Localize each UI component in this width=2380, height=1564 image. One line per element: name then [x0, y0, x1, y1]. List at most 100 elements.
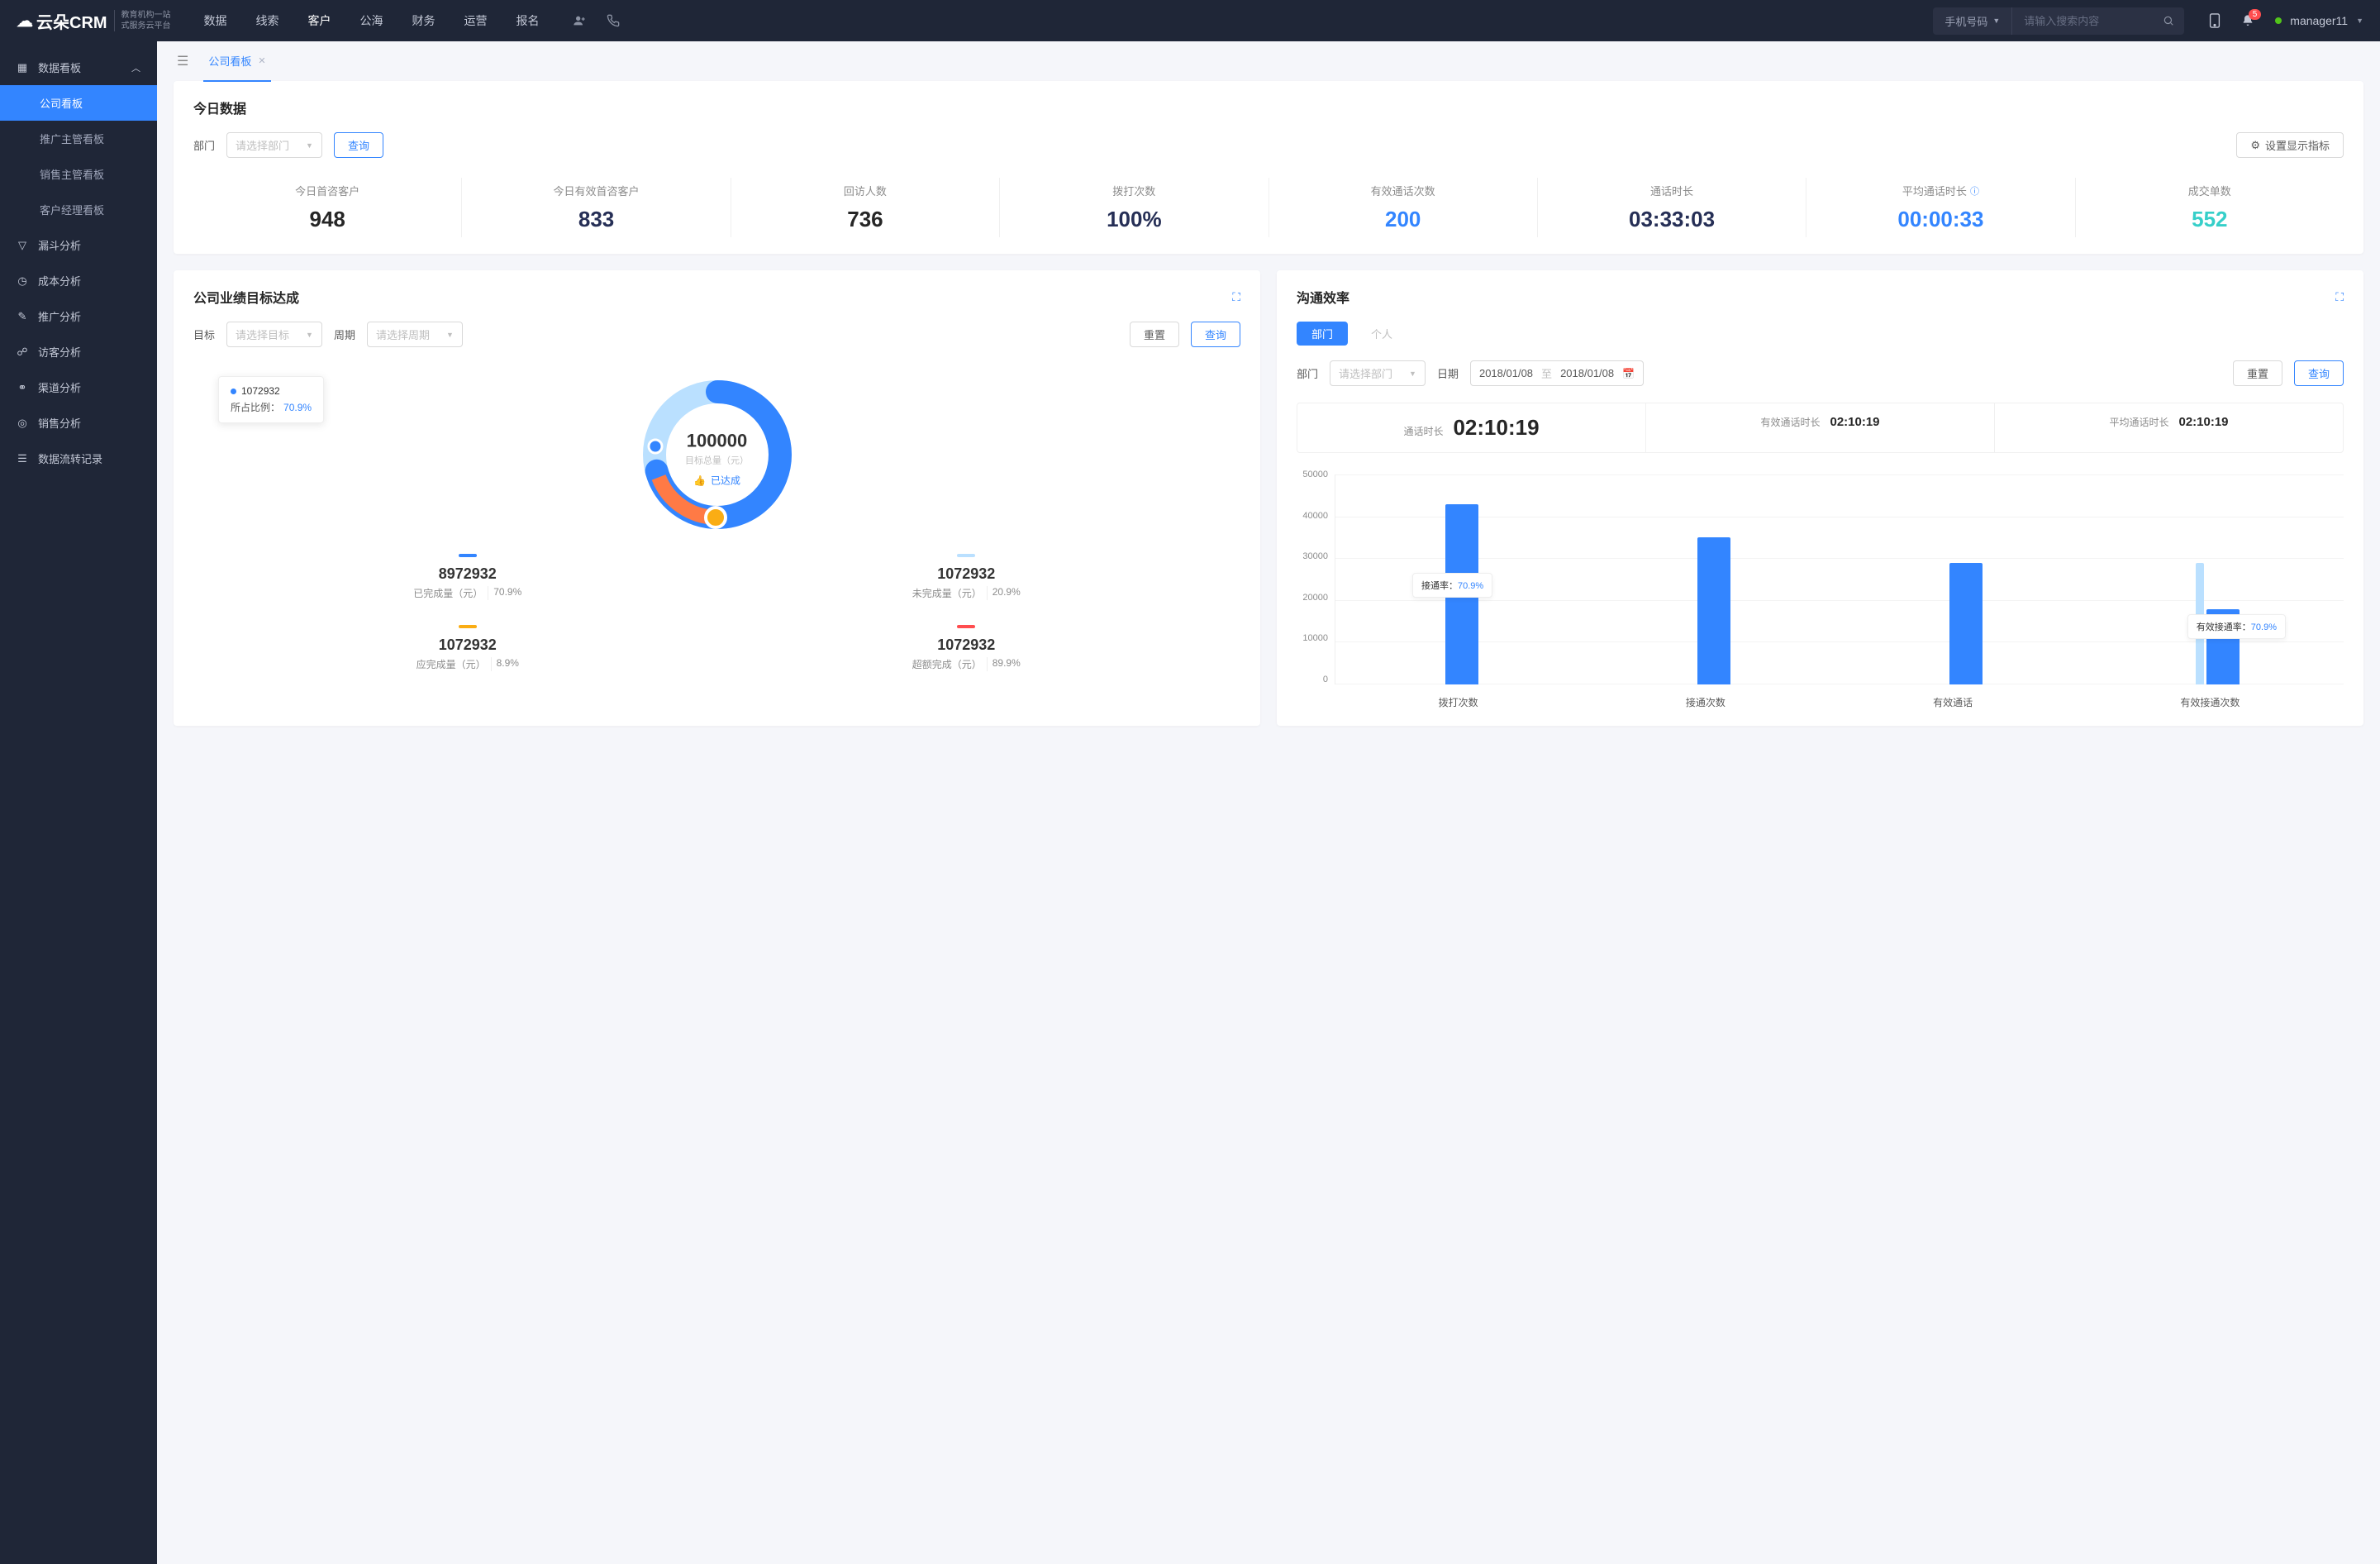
legend-label: 未完成量（元）20.9%: [726, 586, 1208, 600]
segment-button[interactable]: 个人: [1356, 322, 1407, 346]
stat-label: 今日有效首咨客户: [462, 183, 730, 198]
notification-badge: 5: [2249, 9, 2262, 20]
stat-cell: 今日有效首咨客户833: [462, 178, 731, 237]
sidebar-group-label: 数据看板: [38, 60, 81, 75]
legend-bar-icon: [459, 554, 477, 557]
query-button[interactable]: 查询: [2294, 360, 2344, 386]
legend-bar-icon: [957, 554, 975, 557]
chevron-up-icon: ︿: [131, 61, 140, 74]
global-search: 手机号码 ▼: [1933, 7, 2184, 35]
nav-item-2[interactable]: 客户: [308, 12, 331, 29]
header-right: 5 manager11 ▼: [2209, 13, 2363, 28]
tab-company-board[interactable]: 公司看板 ✕: [203, 53, 270, 82]
visitor-icon: ☍: [17, 346, 28, 359]
dept-select[interactable]: 请选择部门▼: [1330, 360, 1426, 386]
stat-label: 通话时长: [1538, 183, 1806, 198]
sidebar-item[interactable]: ☰ 数据流转记录: [0, 441, 157, 476]
dashboard-icon: ▦: [17, 61, 28, 74]
tab-label: 公司看板: [208, 53, 251, 69]
nav-item-4[interactable]: 财务: [412, 12, 436, 29]
sidebar-item[interactable]: 客户经理看板: [0, 192, 157, 227]
stat-value: 03:33:03: [1538, 207, 1806, 232]
dept-placeholder: 请选择部门: [236, 137, 289, 153]
sidebar-item-label: 渠道分析: [38, 379, 81, 395]
reset-button[interactable]: 重置: [1130, 322, 1179, 347]
sidebar-item-label: 访客分析: [38, 344, 81, 360]
dept-label: 部门: [1297, 365, 1318, 381]
search-type-select[interactable]: 手机号码 ▼: [1933, 7, 2012, 35]
thumbsup-icon: 👍: [693, 474, 706, 486]
x-tick: 接通次数: [1686, 695, 1726, 709]
sidebar-item[interactable]: ✎推广分析: [0, 298, 157, 334]
header-action-icons: [573, 14, 620, 27]
user-menu[interactable]: manager11 ▼: [2275, 14, 2363, 27]
settings-button[interactable]: ⚙ 设置显示指标: [2236, 132, 2344, 158]
expand-icon[interactable]: ⛶: [1232, 290, 1240, 304]
logo[interactable]: ☁ 云朵CRM 教育机构一站 式服务云平台: [17, 9, 171, 33]
time-value: 02:10:19: [2178, 415, 2228, 429]
sidebar-item[interactable]: 销售主管看板: [0, 156, 157, 192]
sidebar-item[interactable]: 推广主管看板: [0, 121, 157, 156]
segment-control: 部门个人: [1297, 322, 2344, 346]
legend-label: 已完成量（元）70.9%: [226, 586, 709, 600]
y-axis: 50000400003000020000100000: [1297, 470, 1335, 684]
legend-value: 1072932: [726, 565, 1208, 583]
bar: 29000: [1949, 563, 1983, 684]
app-header: ☁ 云朵CRM 教育机构一站 式服务云平台 数据 线索 客户 公海 财务 运营 报名 手机号…: [0, 0, 2380, 41]
legend-value: 8972932: [226, 565, 709, 583]
sidebar-item[interactable]: ◎销售分析: [0, 405, 157, 441]
sidebar: ▦ 数据看板 ︿ 公司看板推广主管看板销售主管看板客户经理看板 ▽ 漏斗分析 ◷成本…: [0, 41, 157, 1564]
sidebar-item[interactable]: ◷成本分析: [0, 263, 157, 298]
list-icon: ☰: [17, 452, 28, 465]
phone-icon[interactable]: [607, 14, 620, 27]
bar-chart: 50000400003000020000100000 4300035000290…: [1297, 470, 2344, 709]
query-button[interactable]: 查询: [1191, 322, 1240, 347]
stat-cell: 拨打次数100%: [1000, 178, 1269, 237]
date-range-input[interactable]: 2018/01/08 至 2018/01/08 📅: [1470, 360, 1644, 386]
notification-button[interactable]: 5: [2241, 14, 2254, 27]
time-label: 平均通话时长: [2109, 415, 2168, 429]
search-button[interactable]: [2153, 15, 2184, 26]
info-icon[interactable]: ⓘ: [1970, 184, 1979, 198]
close-icon[interactable]: ✕: [258, 55, 265, 66]
time-value: 02:10:19: [1830, 415, 1879, 429]
stat-label: 拨打次数: [1000, 183, 1268, 198]
reset-button[interactable]: 重置: [2233, 360, 2282, 386]
nav-item-5[interactable]: 运营: [464, 12, 488, 29]
nav-item-1[interactable]: 线索: [256, 12, 279, 29]
nav-item-3[interactable]: 公海: [360, 12, 383, 29]
y-tick: 0: [1297, 675, 1328, 684]
time-stats: 通话时长02:10:19有效通话时长02:10:19平均通话时长02:10:19: [1297, 403, 2344, 453]
segment-button[interactable]: 部门: [1297, 322, 1348, 346]
sidebar-item[interactable]: 公司看板: [0, 85, 157, 121]
chevron-down-icon: ▼: [306, 141, 313, 150]
expand-icon[interactable]: ⛶: [2335, 290, 2344, 304]
donut-center: 100000 目标总量（元） 👍 已达成: [685, 431, 749, 488]
channel-icon: ⚭: [17, 381, 28, 394]
donut-chart: 1072932 所占比例：70.9% 100000 目标总量（元）: [193, 364, 1240, 554]
search-input[interactable]: [2012, 9, 2153, 33]
stat-cell: 成交单数552: [2076, 178, 2344, 237]
mobile-icon[interactable]: [2209, 13, 2221, 28]
dept-label: 部门: [193, 137, 215, 153]
nav-item-0[interactable]: 数据: [204, 12, 227, 29]
add-user-icon[interactable]: [573, 14, 586, 27]
stat-value: 00:00:33: [1806, 207, 2074, 232]
top-nav: 数据 线索 客户 公海 财务 运营 报名: [204, 12, 540, 29]
sidebar-item[interactable]: ▽ 漏斗分析: [0, 227, 157, 263]
menu-toggle-icon[interactable]: ☰: [177, 53, 188, 69]
time-label: 有效通话时长: [1760, 415, 1820, 429]
dept-select[interactable]: 请选择部门 ▼: [226, 132, 322, 158]
sidebar-item-label: 漏斗分析: [38, 237, 81, 253]
sidebar-item-label: 数据流转记录: [38, 451, 102, 466]
goal-select[interactable]: 请选择目标▼: [226, 322, 322, 347]
stat-cell: 有效通话次数200: [1269, 178, 1538, 237]
query-button[interactable]: 查询: [334, 132, 383, 158]
sidebar-item[interactable]: ☍ 访客分析: [0, 334, 157, 370]
sidebar-group-dashboard[interactable]: ▦ 数据看板 ︿: [0, 50, 157, 85]
nav-item-6[interactable]: 报名: [516, 12, 540, 29]
funnel-icon: ▽: [17, 239, 28, 252]
sidebar-item[interactable]: ⚭ 渠道分析: [0, 370, 157, 405]
main-content: ☰ 公司看板 ✕ 今日数据 部门 请选择部门 ▼ 查询 ⚙ 设置显示指标: [157, 41, 2380, 1564]
period-select[interactable]: 请选择周期▼: [367, 322, 463, 347]
